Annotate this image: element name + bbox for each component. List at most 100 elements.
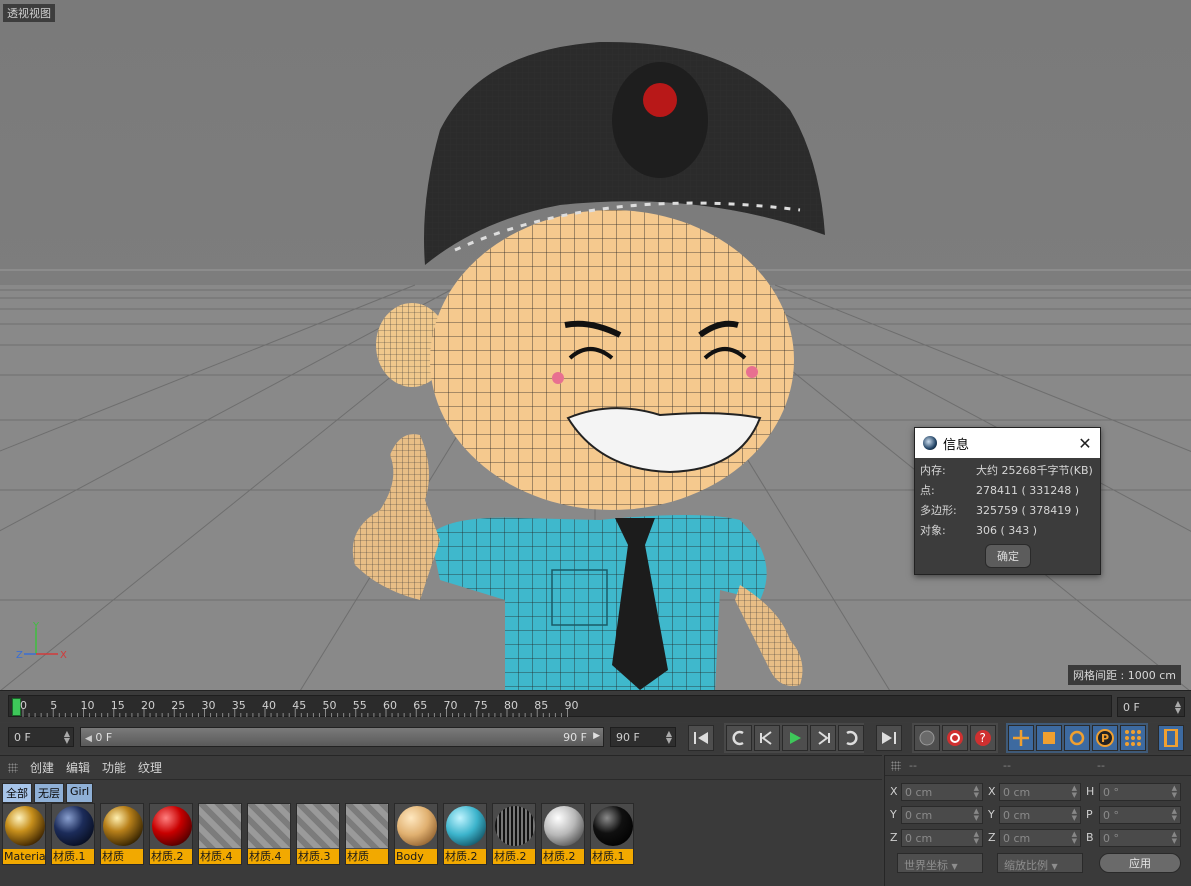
- material-swatch[interactable]: 材质: [100, 803, 144, 865]
- ruler-tick-label: 25: [171, 699, 186, 712]
- material-swatch[interactable]: Materia: [2, 803, 46, 865]
- help-keys-icon[interactable]: ?: [970, 725, 996, 751]
- material-name: 材质: [101, 849, 143, 864]
- panel-grip-icon[interactable]: [8, 762, 18, 773]
- material-manager: 创建 编辑 功能 纹理 全部 无层 Girl Materia 材质.1 材质 材质.2…: [0, 755, 882, 886]
- material-swatch[interactable]: Body: [394, 803, 438, 865]
- current-frame-field[interactable]: 0 F ▲ ▼: [1117, 697, 1185, 717]
- perspective-viewport[interactable]: 透视视图 Y X Z 网格间距 : 1000 cm 信息 ✕ 内存: 大约 25…: [0, 0, 1191, 691]
- preview-range-slider[interactable]: ◀ 0 F 90 F ▶: [80, 727, 604, 747]
- spinner-icon[interactable]: ▲ ▼: [974, 831, 979, 845]
- spinner-icon[interactable]: ▲ ▼: [1172, 831, 1177, 845]
- texture-preview-icon: [248, 804, 290, 848]
- panel-grip-icon[interactable]: [891, 761, 901, 771]
- material-name: 材质.2: [444, 849, 486, 864]
- go-to-end-icon[interactable]: [876, 725, 902, 751]
- pos-y-field[interactable]: 0 cm ▲ ▼: [901, 806, 983, 824]
- spinner-icon[interactable]: ▲ ▼: [974, 785, 979, 799]
- end-frame-field[interactable]: 90 F ▲ ▼: [610, 727, 676, 747]
- material-name: 材质.2: [542, 849, 584, 864]
- info-value: 306 ( 343 ): [976, 523, 1038, 537]
- material-swatch[interactable]: 材质.2: [149, 803, 193, 865]
- material-swatch[interactable]: 材质.2: [443, 803, 487, 865]
- ok-button[interactable]: 确定: [985, 544, 1031, 568]
- spinner-icon[interactable]: ▲ ▼: [1072, 785, 1077, 799]
- rot-b-value: 0 °: [1103, 832, 1119, 845]
- filter-all[interactable]: 全部: [2, 783, 32, 803]
- material-swatch[interactable]: 材质.1: [590, 803, 634, 865]
- material-swatch[interactable]: 材质: [345, 803, 389, 865]
- range-right-arrow-icon[interactable]: ▶: [593, 731, 600, 741]
- material-swatch[interactable]: 材质.1: [51, 803, 95, 865]
- rot-b-label: B: [1086, 831, 1094, 844]
- timeline-ruler[interactable]: 0 5 10 15 20 25 30 35 40 45 50 55 60 65 70 75 80 85 90: [8, 695, 1112, 717]
- material-swatch[interactable]: 材质.2: [541, 803, 585, 865]
- pos-x-field[interactable]: 0 cm ▲ ▼: [901, 783, 983, 801]
- ruler-tick-label: 5: [50, 699, 58, 712]
- rot-b-field[interactable]: 0 ° ▲ ▼: [1099, 829, 1181, 847]
- scale-mode-select[interactable]: 缩放比例 ▼: [997, 853, 1083, 873]
- spinner-icon[interactable]: ▲ ▼: [666, 730, 672, 745]
- material-preview-sphere: [593, 806, 633, 846]
- filter-no-layer[interactable]: 无层: [34, 783, 64, 803]
- parameter-key-icon[interactable]: P: [1092, 725, 1118, 751]
- axis-gizmo: Y X Z: [16, 621, 67, 661]
- spinner-icon[interactable]: ▲ ▼: [1172, 808, 1177, 822]
- spinner-icon[interactable]: ▲ ▼: [1172, 785, 1177, 799]
- rot-h-field[interactable]: 0 ° ▲ ▼: [1099, 783, 1181, 801]
- pos-y-value: 0 cm: [905, 809, 933, 822]
- play-forward-icon[interactable]: [782, 725, 808, 751]
- c4d-window: 透视视图 Y X Z 网格间距 : 1000 cm 信息 ✕ 内存: 大约 25…: [0, 0, 1191, 886]
- record-keys-icon[interactable]: [914, 725, 940, 751]
- size-z-field[interactable]: 0 cm ▲ ▼: [999, 829, 1081, 847]
- coord-header-position: --: [909, 759, 917, 772]
- material-swatch[interactable]: 材质.3: [296, 803, 340, 865]
- pos-x-value: 0 cm: [905, 786, 933, 799]
- rotate-tool-icon[interactable]: [1064, 725, 1090, 751]
- menu-create[interactable]: 创建: [30, 759, 54, 776]
- apply-button[interactable]: 应用: [1099, 853, 1181, 873]
- autokey-icon[interactable]: [942, 725, 968, 751]
- viewport-name-label[interactable]: 透视视图: [3, 4, 55, 22]
- menu-edit[interactable]: 编辑: [66, 759, 90, 776]
- size-y-field[interactable]: 0 cm ▲ ▼: [999, 806, 1081, 824]
- filter-girl[interactable]: Girl: [66, 783, 94, 803]
- material-preview-sphere: [5, 806, 45, 846]
- close-icon[interactable]: ✕: [1070, 428, 1100, 458]
- move-tool-icon[interactable]: [1008, 725, 1034, 751]
- menu-function[interactable]: 功能: [102, 759, 126, 776]
- pos-z-field[interactable]: 0 cm ▲ ▼: [901, 829, 983, 847]
- info-key: 内存:: [920, 464, 946, 477]
- ruler-tick-label: 40: [262, 699, 276, 712]
- material-swatch[interactable]: 材质.2: [492, 803, 536, 865]
- scale-tool-icon[interactable]: [1036, 725, 1062, 751]
- ruler-tick-label: 80: [504, 699, 518, 712]
- timeline-window-icon[interactable]: [1158, 725, 1184, 751]
- menu-texture[interactable]: 纹理: [138, 759, 162, 776]
- range-left-arrow-icon[interactable]: ◀: [85, 734, 92, 744]
- material-name: 材质.1: [52, 849, 94, 864]
- next-key-icon[interactable]: [838, 725, 864, 751]
- previous-key-icon[interactable]: [726, 725, 752, 751]
- size-x-field[interactable]: 0 cm ▲ ▼: [999, 783, 1081, 801]
- pos-z-value: 0 cm: [905, 832, 933, 845]
- material-name: Materia: [3, 849, 45, 864]
- next-frame-icon[interactable]: [810, 725, 836, 751]
- spinner-icon[interactable]: ▲ ▼: [1072, 831, 1077, 845]
- spinner-icon[interactable]: ▲ ▼: [64, 730, 70, 745]
- material-menu-bar: 创建 编辑 功能 纹理: [0, 756, 882, 780]
- spinner-icon[interactable]: ▲ ▼: [974, 808, 979, 822]
- info-key: 多边形:: [920, 504, 957, 517]
- coord-mode-select[interactable]: 世界坐标 ▼: [897, 853, 983, 873]
- material-swatch[interactable]: 材质.4: [198, 803, 242, 865]
- go-to-start-icon[interactable]: [688, 725, 714, 751]
- start-frame-field[interactable]: 0 F ▲ ▼: [8, 727, 74, 747]
- spinner-icon[interactable]: ▲ ▼: [1072, 808, 1077, 822]
- previous-frame-icon[interactable]: [754, 725, 780, 751]
- material-preview-sphere: [103, 806, 143, 846]
- material-swatch[interactable]: 材质.4: [247, 803, 291, 865]
- spinner-icon[interactable]: ▲ ▼: [1175, 700, 1181, 715]
- point-level-icon[interactable]: [1120, 725, 1146, 751]
- material-preview-sphere: [495, 806, 535, 846]
- rot-p-field[interactable]: 0 ° ▲ ▼: [1099, 806, 1181, 824]
